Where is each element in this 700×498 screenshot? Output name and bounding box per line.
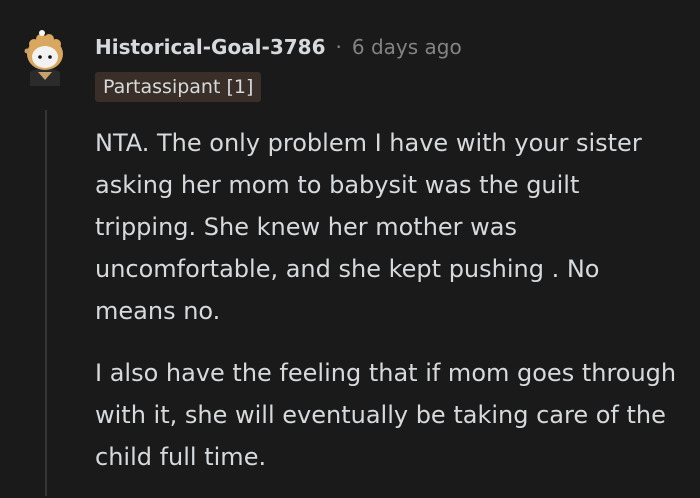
comment-paragraph: I also have the feeling that if mom goes…: [95, 359, 677, 471]
user-flair: Partassipant [1]: [95, 72, 262, 102]
snoo-avatar-icon: [24, 30, 63, 86]
comment-timestamp[interactable]: 6 days ago: [352, 35, 462, 59]
comment-body: NTA. The only problem I have with your s…: [95, 122, 685, 498]
comment-paragraph: NTA. The only problem I have with your s…: [95, 129, 642, 325]
user-avatar[interactable]: [14, 24, 76, 86]
comment-header: Historical-Goal-3786 · 6 days ago: [95, 30, 462, 64]
meta-separator: ·: [335, 35, 342, 59]
thread-line[interactable]: [45, 110, 47, 496]
username-link[interactable]: Historical-Goal-3786: [95, 35, 326, 59]
